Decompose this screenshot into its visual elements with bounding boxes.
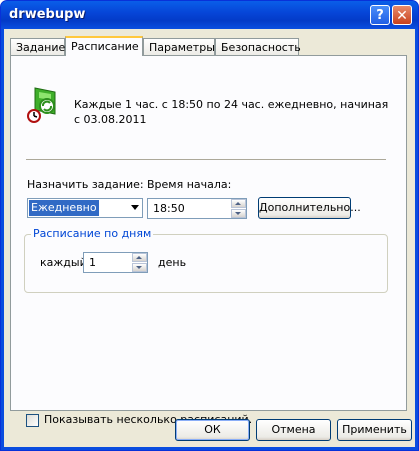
dialog-window: drwebupw ? ✕ Задание Расписание Параметр… [0, 0, 419, 451]
assign-select-value: Ежедневно [29, 200, 99, 216]
group-caption: Расписание по дням [31, 227, 154, 240]
separator [26, 159, 386, 160]
start-time-value: 18:50 [153, 202, 185, 215]
schedule-panel: Каждые 1 час. с 18:50 по 24 час. ежеднев… [10, 55, 407, 427]
tab-schedule[interactable]: Расписание [65, 36, 143, 56]
every-days-field[interactable]: 1 [83, 252, 148, 273]
multiple-schedules-checkbox[interactable] [26, 414, 39, 427]
scheduled-task-icon [27, 87, 56, 123]
assign-label: Назначить задание: [27, 178, 144, 191]
every-label: каждый [40, 256, 87, 269]
spin-down-icon[interactable] [231, 209, 246, 218]
title-bar[interactable]: drwebupw ? ✕ [1, 1, 418, 29]
assign-select[interactable]: Ежедневно [27, 198, 143, 218]
ok-button[interactable]: ОК [175, 419, 250, 441]
close-button[interactable]: ✕ [392, 5, 412, 25]
spin-down-icon[interactable] [132, 263, 147, 272]
day-label: день [158, 256, 187, 269]
start-time-field[interactable]: 18:50 [147, 198, 247, 219]
tab-task[interactable]: Задание [10, 38, 65, 55]
spin-up-icon[interactable] [231, 199, 246, 208]
tab-parameters[interactable]: Параметры [143, 38, 215, 55]
dialog-body: Задание Расписание Параметры Безопасност… [4, 29, 415, 447]
window-title: drwebupw [9, 7, 86, 22]
cancel-button[interactable]: Отмена [256, 419, 331, 441]
advanced-button[interactable]: Дополнительно... [258, 197, 361, 219]
tab-security[interactable]: Безопасность [215, 38, 301, 55]
help-button[interactable]: ? [370, 5, 390, 25]
every-days-spinner[interactable] [132, 253, 147, 272]
spin-up-icon[interactable] [132, 253, 147, 262]
every-days-value: 1 [89, 256, 96, 269]
chevron-down-icon[interactable] [131, 205, 139, 210]
schedule-summary: Каждые 1 час. с 18:50 по 24 час. ежеднев… [74, 98, 389, 126]
apply-button[interactable]: Применить [337, 419, 412, 441]
start-time-spinner[interactable] [231, 199, 246, 218]
start-time-label: Время начала: [147, 178, 232, 191]
